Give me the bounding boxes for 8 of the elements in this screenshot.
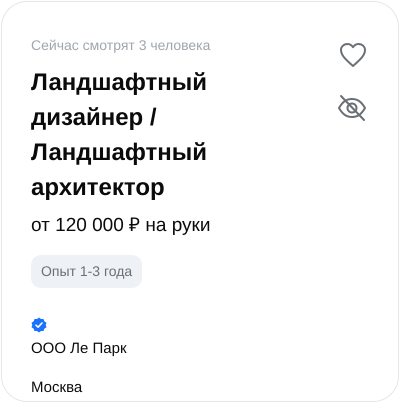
- salary: от 120 000 ₽ на руки: [31, 214, 212, 238]
- city: Москва: [31, 378, 84, 398]
- experience-tag: Опыт 1-3 года: [31, 255, 142, 288]
- hidden-eye-icon[interactable]: [337, 94, 367, 122]
- vacancy-title[interactable]: Ландшафтный дизайнер / Ландшафтный архитектор: [31, 65, 369, 205]
- heart-icon[interactable]: [339, 42, 367, 68]
- viewers-count: Сейчас смотрят 3 человека: [31, 36, 212, 55]
- company-name[interactable]: ООО Ле Парк: [31, 339, 369, 359]
